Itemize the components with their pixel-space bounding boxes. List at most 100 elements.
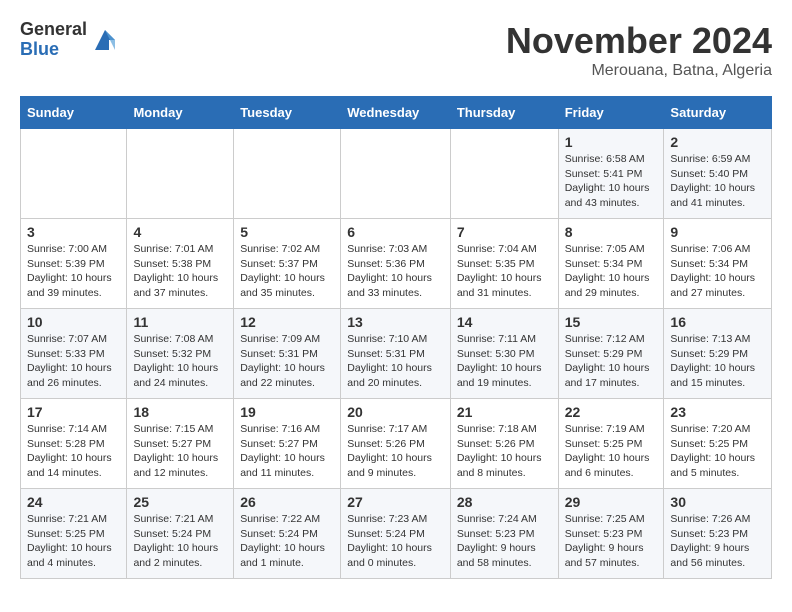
logo-general-text: General [20,20,87,40]
day-number: 10 [27,314,120,330]
calendar-body: 1 Sunrise: 6:58 AM Sunset: 5:41 PM Daylig… [21,129,772,579]
logo-icon [91,26,119,54]
day-number: 11 [133,314,227,330]
day-info: Sunrise: 7:23 AM Sunset: 5:24 PM Dayligh… [347,512,444,571]
calendar-cell [21,129,127,219]
day-info: Sunrise: 7:14 AM Sunset: 5:28 PM Dayligh… [27,422,120,481]
day-info: Sunrise: 7:05 AM Sunset: 5:34 PM Dayligh… [565,242,658,301]
logo: General Blue [20,20,119,60]
calendar-table: SundayMondayTuesdayWednesdayThursdayFrid… [20,96,772,579]
day-info: Sunrise: 7:19 AM Sunset: 5:25 PM Dayligh… [565,422,658,481]
day-number: 20 [347,404,444,420]
calendar-week-row: 24 Sunrise: 7:21 AM Sunset: 5:25 PM Dayli… [21,489,772,579]
calendar-cell: 18Sunrise: 7:15 AM Sunset: 5:27 PM Dayli… [127,399,234,489]
day-info: Sunrise: 7:20 AM Sunset: 5:25 PM Dayligh… [670,422,765,481]
day-info: Sunrise: 7:12 AM Sunset: 5:29 PM Dayligh… [565,332,658,391]
calendar-cell: 3 Sunrise: 7:00 AM Sunset: 5:39 PM Daylig… [21,219,127,309]
calendar-cell [127,129,234,219]
day-info: Sunrise: 7:21 AM Sunset: 5:24 PM Dayligh… [133,512,227,571]
weekday-header-row: SundayMondayTuesdayWednesdayThursdayFrid… [21,97,772,129]
day-info: Sunrise: 7:09 AM Sunset: 5:31 PM Dayligh… [240,332,334,391]
day-number: 14 [457,314,552,330]
calendar-week-row: 3 Sunrise: 7:00 AM Sunset: 5:39 PM Daylig… [21,219,772,309]
calendar-cell: 27Sunrise: 7:23 AM Sunset: 5:24 PM Dayli… [341,489,451,579]
day-number: 12 [240,314,334,330]
calendar-cell: 16 Sunrise: 7:13 AM Sunset: 5:29 PM Dayli… [664,309,772,399]
calendar-cell: 24 Sunrise: 7:21 AM Sunset: 5:25 PM Dayli… [21,489,127,579]
weekday-header-monday: Monday [127,97,234,129]
calendar-cell: 13Sunrise: 7:10 AM Sunset: 5:31 PM Dayli… [341,309,451,399]
day-number: 21 [457,404,552,420]
day-info: Sunrise: 6:59 AM Sunset: 5:40 PM Dayligh… [670,152,765,211]
day-info: Sunrise: 7:08 AM Sunset: 5:32 PM Dayligh… [133,332,227,391]
weekday-header-friday: Friday [558,97,664,129]
day-number: 4 [133,224,227,240]
day-number: 18 [133,404,227,420]
day-info: Sunrise: 7:26 AM Sunset: 5:23 PM Dayligh… [670,512,765,571]
calendar-week-row: 1 Sunrise: 6:58 AM Sunset: 5:41 PM Daylig… [21,129,772,219]
logo-blue-text: Blue [20,40,87,60]
calendar-cell [450,129,558,219]
day-info: Sunrise: 7:17 AM Sunset: 5:26 PM Dayligh… [347,422,444,481]
day-info: Sunrise: 7:07 AM Sunset: 5:33 PM Dayligh… [27,332,120,391]
location-text: Merouana, Batna, Algeria [506,62,772,80]
day-info: Sunrise: 7:16 AM Sunset: 5:27 PM Dayligh… [240,422,334,481]
calendar-cell: 9Sunrise: 7:06 AM Sunset: 5:34 PM Daylig… [664,219,772,309]
day-number: 22 [565,404,658,420]
calendar-cell: 11 Sunrise: 7:08 AM Sunset: 5:32 PM Dayli… [127,309,234,399]
day-info: Sunrise: 7:24 AM Sunset: 5:23 PM Dayligh… [457,512,552,571]
calendar-cell [234,129,341,219]
weekday-header-saturday: Saturday [664,97,772,129]
day-info: Sunrise: 7:00 AM Sunset: 5:39 PM Dayligh… [27,242,120,301]
calendar-cell: 5Sunrise: 7:02 AM Sunset: 5:37 PM Daylig… [234,219,341,309]
day-info: Sunrise: 7:21 AM Sunset: 5:25 PM Dayligh… [27,512,120,571]
day-info: Sunrise: 7:22 AM Sunset: 5:24 PM Dayligh… [240,512,334,571]
day-number: 6 [347,224,444,240]
day-number: 19 [240,404,334,420]
weekday-header-tuesday: Tuesday [234,97,341,129]
title-block: November 2024 Merouana, Batna, Algeria [506,20,772,80]
day-number: 2 [670,134,765,150]
calendar-cell: 10 Sunrise: 7:07 AM Sunset: 5:33 PM Dayli… [21,309,127,399]
day-info: Sunrise: 7:03 AM Sunset: 5:36 PM Dayligh… [347,242,444,301]
day-info: Sunrise: 7:13 AM Sunset: 5:29 PM Dayligh… [670,332,765,391]
calendar-cell: 6 Sunrise: 7:03 AM Sunset: 5:36 PM Daylig… [341,219,451,309]
calendar-cell: 28 Sunrise: 7:24 AM Sunset: 5:23 PM Dayli… [450,489,558,579]
day-number: 29 [565,494,658,510]
day-number: 13 [347,314,444,330]
calendar-cell: 21Sunrise: 7:18 AM Sunset: 5:26 PM Dayli… [450,399,558,489]
calendar-week-row: 10 Sunrise: 7:07 AM Sunset: 5:33 PM Dayli… [21,309,772,399]
calendar-cell: 17 Sunrise: 7:14 AM Sunset: 5:28 PM Dayli… [21,399,127,489]
day-number: 8 [565,224,658,240]
day-number: 3 [27,224,120,240]
day-number: 24 [27,494,120,510]
day-number: 1 [565,134,658,150]
calendar-cell: 26 Sunrise: 7:22 AM Sunset: 5:24 PM Dayli… [234,489,341,579]
weekday-header-wednesday: Wednesday [341,97,451,129]
day-info: Sunrise: 7:11 AM Sunset: 5:30 PM Dayligh… [457,332,552,391]
calendar-week-row: 17 Sunrise: 7:14 AM Sunset: 5:28 PM Dayli… [21,399,772,489]
month-title: November 2024 [506,20,772,62]
calendar-cell: 19 Sunrise: 7:16 AM Sunset: 5:27 PM Dayli… [234,399,341,489]
calendar-cell: 1 Sunrise: 6:58 AM Sunset: 5:41 PM Daylig… [558,129,664,219]
day-number: 25 [133,494,227,510]
calendar-cell: 20 Sunrise: 7:17 AM Sunset: 5:26 PM Dayli… [341,399,451,489]
day-number: 17 [27,404,120,420]
day-number: 26 [240,494,334,510]
day-info: Sunrise: 6:58 AM Sunset: 5:41 PM Dayligh… [565,152,658,211]
calendar-cell: 4Sunrise: 7:01 AM Sunset: 5:38 PM Daylig… [127,219,234,309]
calendar-cell: 7Sunrise: 7:04 AM Sunset: 5:35 PM Daylig… [450,219,558,309]
calendar-cell: 25 Sunrise: 7:21 AM Sunset: 5:24 PM Dayli… [127,489,234,579]
day-number: 30 [670,494,765,510]
calendar-cell: 2 Sunrise: 6:59 AM Sunset: 5:40 PM Daylig… [664,129,772,219]
calendar-cell: 22 Sunrise: 7:19 AM Sunset: 5:25 PM Dayli… [558,399,664,489]
day-info: Sunrise: 7:04 AM Sunset: 5:35 PM Dayligh… [457,242,552,301]
day-number: 16 [670,314,765,330]
day-number: 23 [670,404,765,420]
calendar-header: SundayMondayTuesdayWednesdayThursdayFrid… [21,97,772,129]
day-number: 5 [240,224,334,240]
calendar-cell: 15Sunrise: 7:12 AM Sunset: 5:29 PM Dayli… [558,309,664,399]
day-number: 9 [670,224,765,240]
day-number: 28 [457,494,552,510]
calendar-cell: 8 Sunrise: 7:05 AM Sunset: 5:34 PM Daylig… [558,219,664,309]
